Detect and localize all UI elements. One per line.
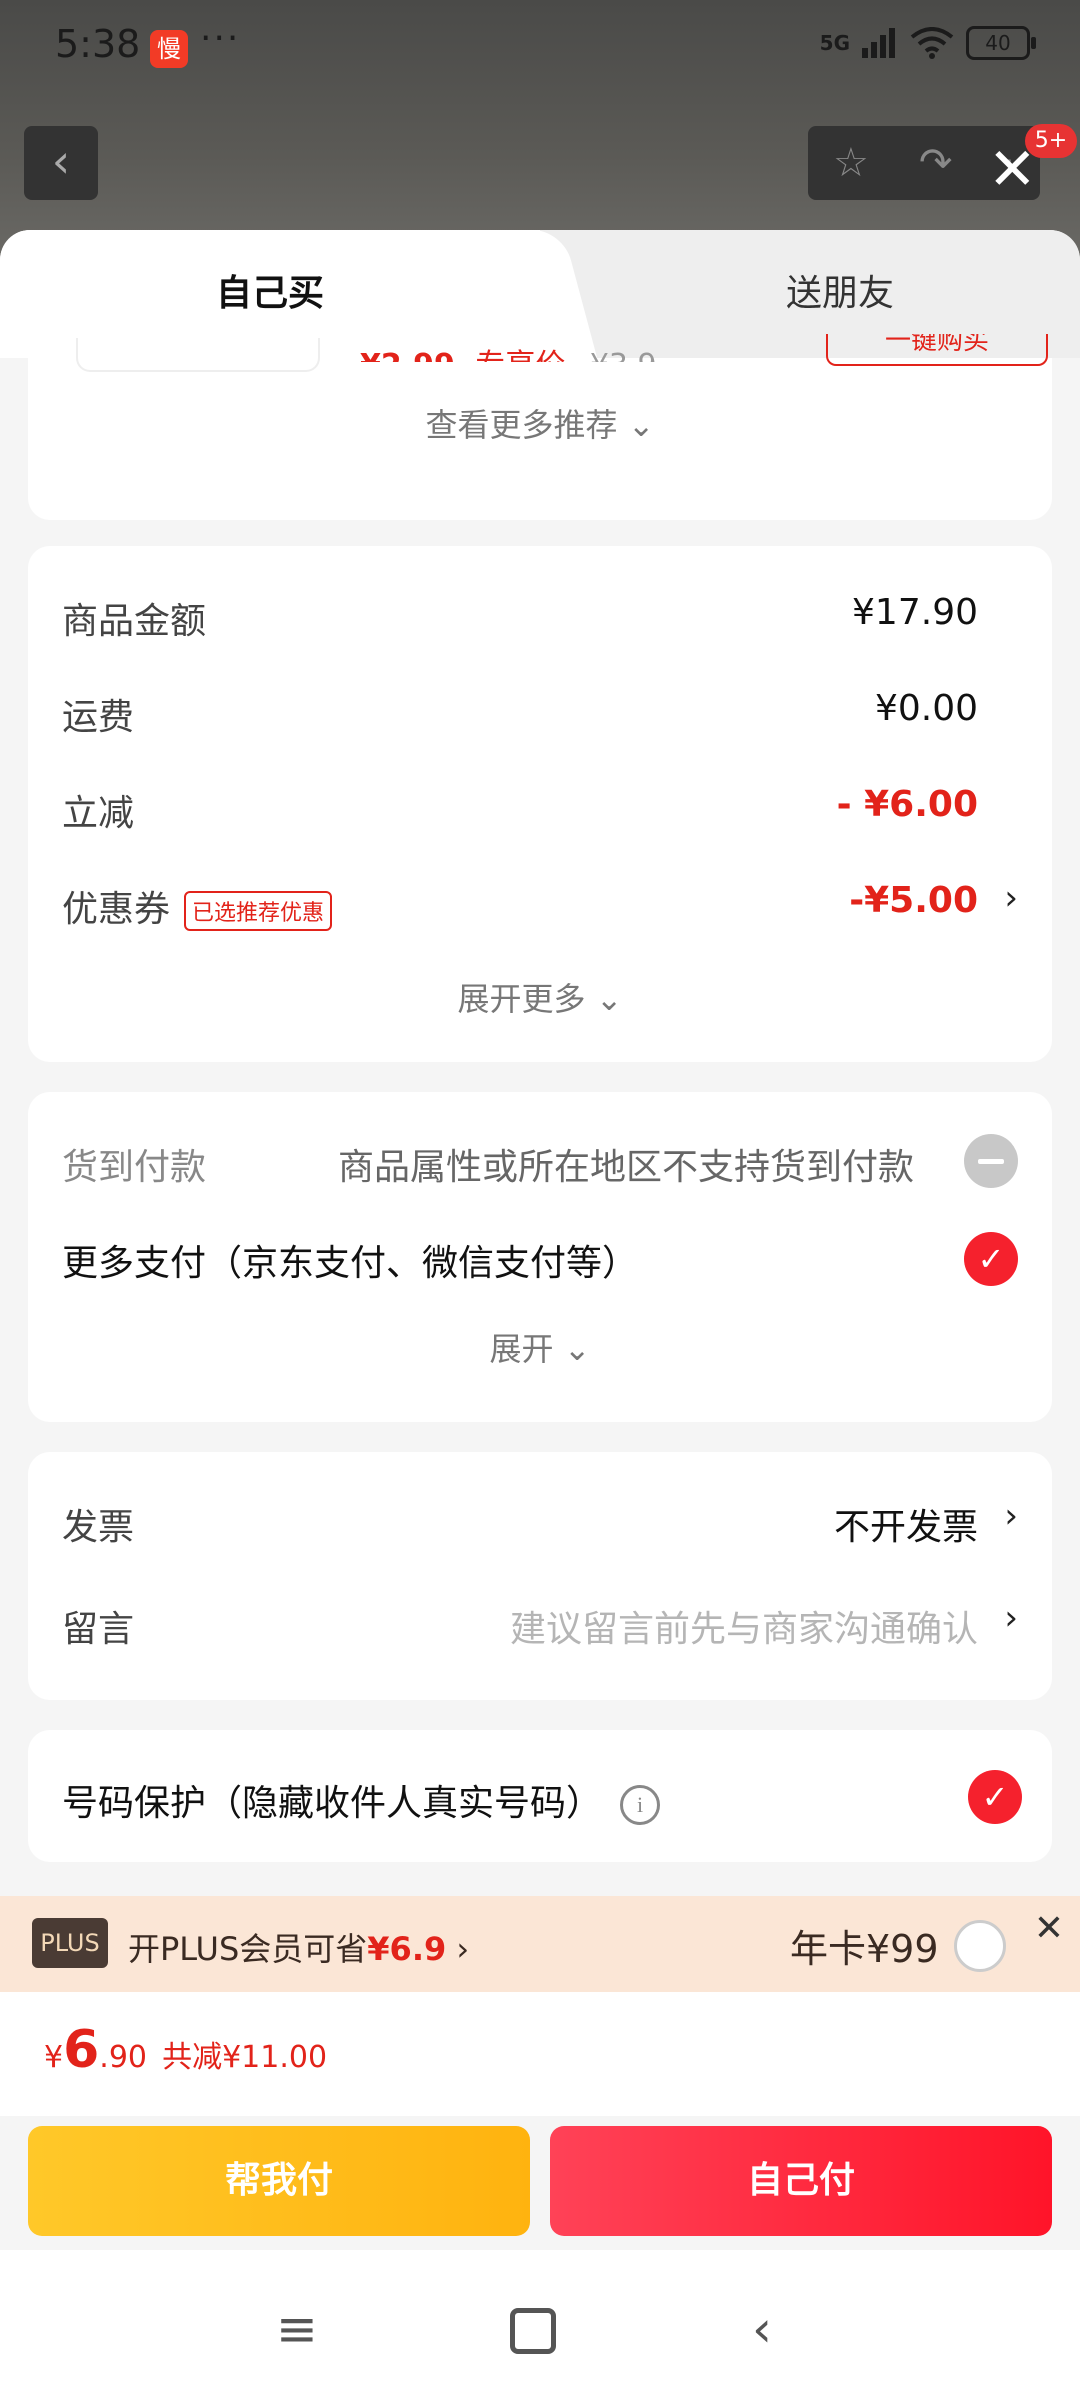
invoice-value[interactable]: 不开发票 [834,1498,978,1550]
year-card-label: 年卡¥99 [790,1927,939,1971]
close-icon[interactable]: ✕ [1034,1908,1064,1949]
close-icon[interactable]: ✕ [988,140,1037,198]
recommend-item-thumb [76,338,320,372]
chevron-right-icon: › [456,1930,470,1968]
network-label: 5G [819,31,850,55]
coupon-row[interactable]: 优惠券 已选推荐优惠 [62,880,333,932]
back-button[interactable]: ‹ [24,126,98,200]
shipping-label: 运费 [62,697,135,738]
tab-buy-self-label: 自己买 [215,273,324,314]
back-nav-icon[interactable]: ‹ [752,2300,772,2358]
coupon-recommended-tag: 已选推荐优惠 [184,891,333,931]
battery-icon: 40 [966,26,1036,60]
status-indicators: 5G 40 [819,26,1036,60]
share-icon[interactable]: ↷ [919,140,953,186]
view-more-recommend-link[interactable]: 查看更多推荐 ⌄ [28,400,1052,446]
privacy-card: 号码保护（隐藏收件人真实号码） i ✓ [28,1730,1052,1862]
plus-promo-bar[interactable]: PLUS 开PLUS会员可省¥6.9 › 年卡¥99 ✕ [0,1896,1080,1992]
chevron-left-icon: ‹ [51,134,71,188]
invoice-card: 发票 不开发票 › 留言 建议留言前先与商家沟通确认 › [28,1452,1052,1700]
payment-card: 货到付款 商品属性或所在地区不支持货到付款 更多支付（京东支付、微信支付等） ✓… [28,1092,1052,1422]
more-notifications-icon: ··· [200,18,241,59]
goods-amount-value: ¥17.90 [852,592,978,633]
star-icon[interactable]: ☆ [833,140,869,186]
invoice-label: 发票 [62,1507,135,1548]
plus-logo: PLUS [32,1918,108,1968]
menu-icon[interactable]: ≡ [276,2300,318,2358]
chevron-down-icon: ⌄ [627,406,655,444]
more-payment-label[interactable]: 更多支付（京东支付、微信支付等） [62,1234,638,1286]
goods-amount-label: 商品金额 [62,601,207,642]
help-me-pay-button[interactable]: 帮我付 [28,2126,530,2236]
number-protection-label: 号码保护（隐藏收件人真实号码） [62,1783,603,1824]
total-bar: ¥6.90 共减¥11.00 [0,1992,1080,2116]
recommend-buy-button[interactable]: 一键购买 [826,334,1048,366]
message-label: 留言 [62,1609,135,1650]
total-discount: 共减¥11.00 [162,2040,328,2075]
total-amount: ¥6.90 共减¥11.00 [44,2020,327,2080]
instant-discount-value: - ¥6.00 [836,784,978,825]
total-integer: 6 [63,2020,100,2080]
chevron-right-icon[interactable]: › [1004,1598,1018,1638]
wifi-icon [910,27,954,59]
year-card-radio[interactable] [954,1920,1006,1972]
currency-symbol: ¥ [44,2040,64,2075]
cod-disabled-icon [964,1134,1018,1188]
pay-myself-button[interactable]: 自己付 [550,2126,1052,2236]
recommend-card: ¥2.99 专享价 ¥3.9 一键购买 查看更多推荐 ⌄ [28,334,1052,520]
signal-icon [862,28,895,58]
system-nav-bar: ≡ ‹ [0,2250,1080,2400]
shipping-value: ¥0.00 [874,688,978,729]
info-icon[interactable]: i [620,1785,661,1825]
expand-more-link[interactable]: 展开更多 ⌄ [28,974,1052,1020]
plus-saving-amount: ¥6.9 [367,1930,447,1968]
more-payment-checked-icon[interactable]: ✓ [964,1232,1018,1286]
coupon-value[interactable]: -¥5.00 [849,880,978,921]
coupon-label: 优惠券 [62,889,171,930]
chevron-down-icon: ⌄ [563,1330,591,1368]
chevron-down-icon: ⌄ [595,980,623,1018]
number-protection-row: 号码保护（隐藏收件人真实号码） i [62,1774,661,1826]
home-icon[interactable] [510,2308,556,2354]
status-time: 5:38 [55,22,141,66]
chevron-right-icon[interactable]: › [1004,1496,1018,1536]
app-notification-icon: 慢 [150,30,188,68]
instant-discount-label: 立减 [62,793,135,834]
cod-unsupported-note: 商品属性或所在地区不支持货到付款 [338,1147,915,1188]
number-protection-checked-icon[interactable]: ✓ [968,1770,1022,1824]
recommend-item-price: ¥2.99 专享价 ¥3.9 [360,340,657,362]
total-decimal: .90 [99,2040,147,2075]
plus-promo-text[interactable]: 开PLUS会员可省¥6.9 › [128,1924,469,1970]
message-input[interactable]: 建议留言前先与商家沟通确认 [510,1600,978,1652]
chevron-right-icon[interactable]: › [1004,878,1018,918]
amount-card: 商品金额 ¥17.90 运费 ¥0.00 立减 - ¥6.00 优惠券 已选推荐优… [28,546,1052,1062]
cod-label: 货到付款 [62,1147,207,1188]
expand-payment-link[interactable]: 展开 ⌄ [28,1324,1052,1370]
